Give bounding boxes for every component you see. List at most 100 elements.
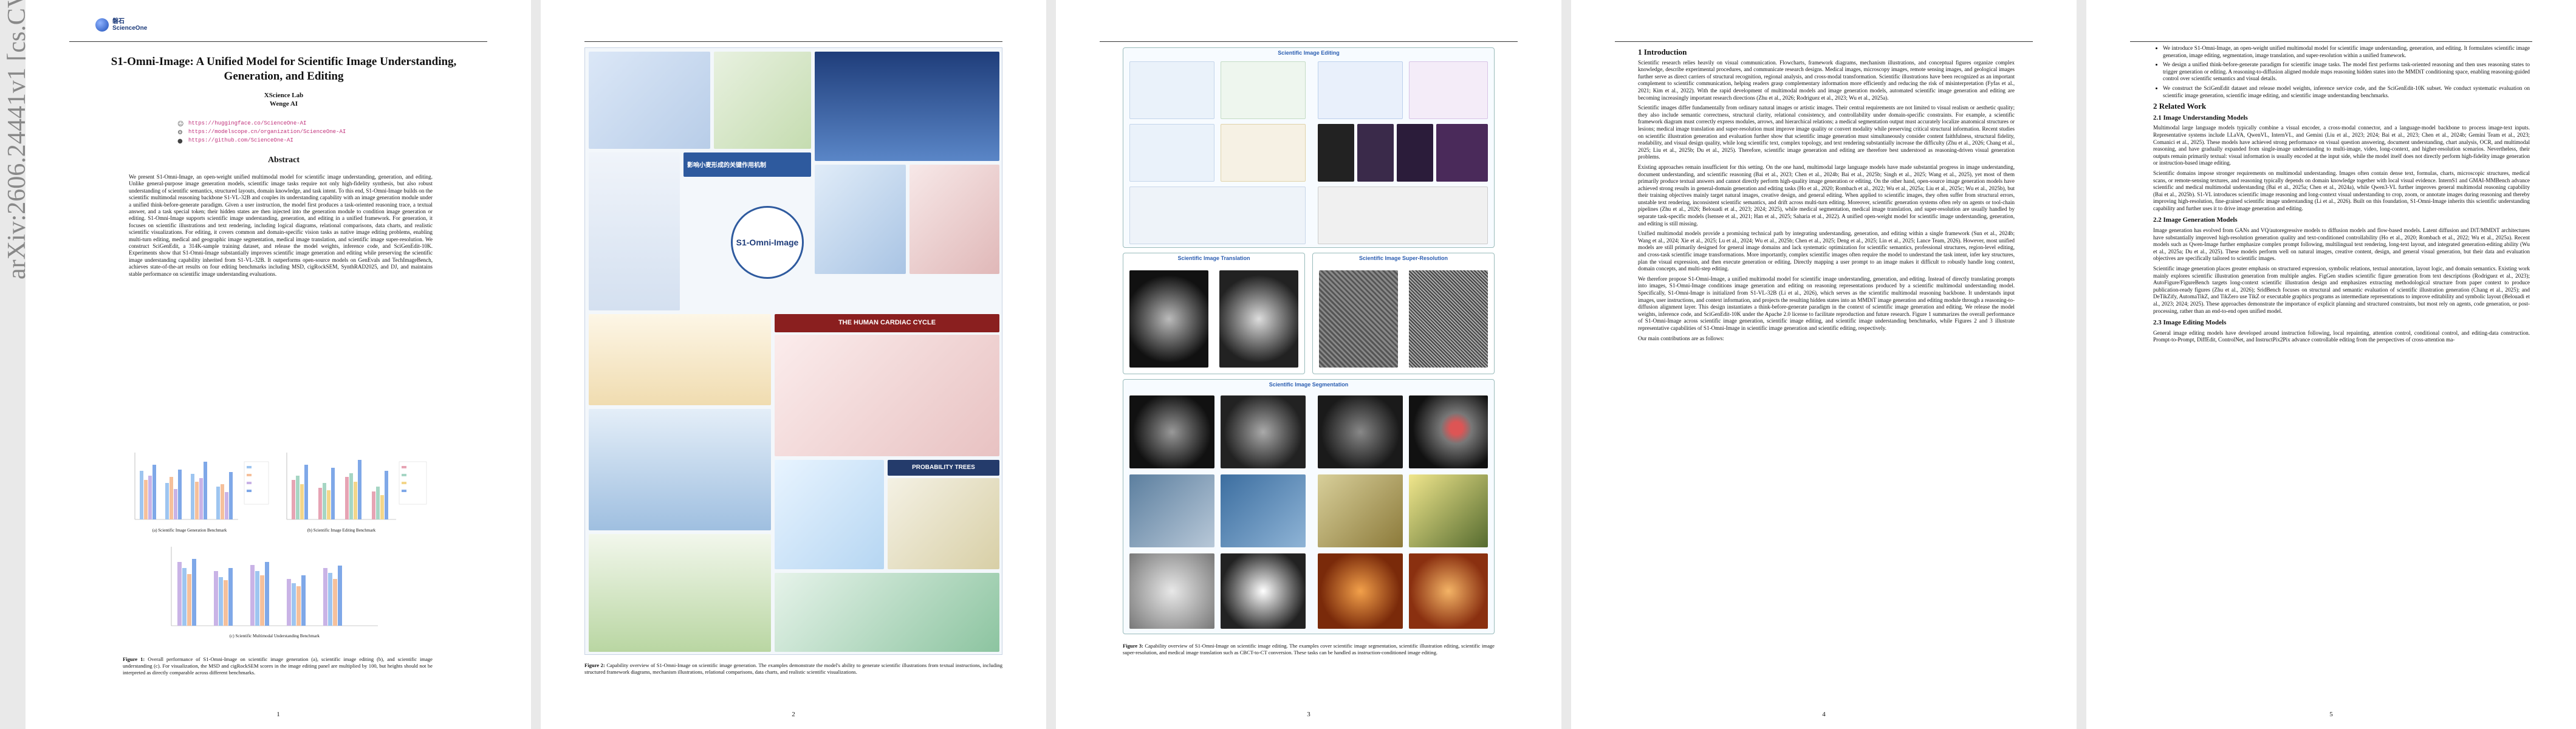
section-introduction: 1 Introduction: [1638, 47, 1687, 56]
panel-translation-title: Scientific Image Translation: [1177, 255, 1250, 261]
figure-3-caption: Figure 3: Capability overview of S1-Omni…: [1123, 643, 1495, 656]
seg-5-out: [1221, 553, 1306, 629]
figure-2-label: Figure 2:: [584, 662, 605, 668]
rw-editing-1: General image editing models have develo…: [2153, 329, 2530, 343]
huggingface-icon: ☺: [177, 121, 184, 128]
page-4: 1 Introduction Scientific research relie…: [1571, 0, 2077, 729]
top-rule: [1100, 41, 1518, 42]
seg-2-out: [1409, 395, 1488, 468]
tile-terrain: [589, 534, 771, 652]
poster-title-2: THE HUMAN CARDIAC CYCLE: [775, 314, 999, 332]
edit-output-2: [1409, 61, 1488, 119]
edit-input-3: [1129, 124, 1214, 182]
modelscope-icon: ⚙: [177, 129, 183, 136]
tile-diagram-2: [714, 52, 811, 149]
bar-group-c4: [287, 575, 306, 626]
figure-2-text: Capability overview of S1-Omni-Image on …: [584, 662, 1002, 675]
bar-group-a1: [140, 465, 156, 519]
bar-group-c2: [214, 568, 233, 626]
edit-input-2: [1318, 61, 1403, 119]
contribution-2: We design a unified think-before-generat…: [2163, 61, 2530, 83]
chart-a: [134, 453, 238, 520]
logo-line2: ScienceOne: [112, 25, 148, 32]
seg-6-in: [1318, 553, 1403, 629]
panel-sr-title: Scientific Image Super-Resolution: [1358, 255, 1448, 261]
page-5-body: We introduce S1-Omni-Image, an open-weig…: [2153, 45, 2530, 347]
resource-links: ☺ https://huggingface.co/ScienceOne-AI ⚙ h…: [177, 119, 346, 145]
figure-1-caption: Figure 1: Overall performance of S1-Omni…: [123, 656, 433, 676]
chart-a-legend: [244, 461, 269, 505]
page-number: 4: [1822, 711, 1826, 718]
bar-group-b3: [345, 460, 361, 519]
mri-4: [1436, 124, 1488, 182]
top-rule: [69, 41, 487, 42]
mri-3: [1397, 124, 1433, 182]
intro-para-4: Unified multimodal models provide a prom…: [1638, 230, 2015, 272]
cbct-input: [1129, 270, 1208, 368]
chart-c: [171, 547, 378, 626]
subsection-generation: 2.2 Image Generation Models: [2153, 216, 2238, 224]
author-line-1: XScience Lab: [264, 92, 304, 99]
bar-group-a3: [191, 462, 207, 519]
tile-water-cycle: [589, 409, 771, 530]
page-1: 磐石 ScienceOne S1-Omni-Image: A Unified M…: [26, 0, 531, 729]
tile-lab-setup: [775, 460, 884, 569]
mri-2: [1357, 124, 1394, 182]
seg-4-out: [1409, 474, 1488, 547]
tile-landscape: [589, 314, 771, 405]
figure-3-label: Figure 3:: [1123, 643, 1143, 649]
author-line-2: Wenge AI: [269, 100, 298, 108]
panel-editing: Scientific Image Editing: [1123, 47, 1495, 248]
rw-generation-1: Image generation has evolved from GANs a…: [2153, 227, 2530, 262]
github-icon: ●: [177, 138, 183, 145]
link-huggingface[interactable]: https://huggingface.co/ScienceOne-AI: [188, 119, 306, 128]
figure-1: (a) Scientific Image Generation Benchmar…: [123, 447, 433, 647]
page-number: 5: [2329, 711, 2333, 718]
intro-para-1: Scientific research relies heavily on vi…: [1638, 59, 2015, 101]
link-github[interactable]: https://github.com/ScienceOne-AI: [188, 136, 293, 145]
page-2: 影响小麦形成的关键作用机制 S1-Omni-Image THE HUMAN CA…: [541, 0, 1046, 729]
authors: XScience Lab Wenge AI: [111, 91, 457, 108]
seg-3-in: [1129, 474, 1214, 547]
seg-5-in: [1129, 553, 1214, 629]
poster-title-3: PROBABILITY TREES: [888, 460, 999, 476]
intro-para-5: We therefore propose S1-Omni-Image, a un…: [1638, 275, 2015, 331]
panel-translation: Scientific Image Translation: [1123, 253, 1305, 374]
link-modelscope[interactable]: https://modelscope.cn/organization/Scien…: [188, 128, 346, 136]
figure-3-text: Capability overview of S1-Omni-Image on …: [1123, 643, 1495, 655]
tile-biology: [909, 165, 999, 274]
bar-group-c1: [177, 559, 196, 626]
rw-understanding-1: Multimodal large language models typical…: [2153, 125, 2530, 166]
tile-geography: [775, 573, 999, 652]
rw-generation-2: Scientific image generation places great…: [2153, 265, 2530, 314]
subcaption-c: (c) Scientific Multimodal Understanding …: [229, 634, 320, 638]
tile-cardiac: [775, 335, 999, 456]
figure-2-caption: Figure 2: Capability overview of S1-Omni…: [584, 662, 1002, 676]
edit-input-1: [1129, 61, 1214, 119]
panel-segmentation-title: Scientific Image Segmentation: [1269, 382, 1349, 388]
sr-output: [1409, 270, 1488, 368]
paper-title: S1-Omni-Image: A Unified Model for Scien…: [111, 55, 457, 83]
bar-group-a2: [165, 470, 182, 519]
panel-super-resolution: Scientific Image Super-Resolution: [1312, 253, 1495, 374]
page-number: 1: [276, 711, 280, 718]
seg-4-in: [1318, 474, 1403, 547]
chart-b-legend: [399, 461, 427, 505]
abstract-heading: Abstract: [267, 156, 300, 165]
figure-2-collage: 影响小麦形成的关键作用机制 S1-Omni-Image THE HUMAN CA…: [584, 47, 1002, 655]
logo-line1: 磐石: [112, 18, 125, 25]
poster-title-1: 影响小麦形成的关键作用机制: [683, 152, 811, 177]
bar-group-c5: [323, 566, 342, 626]
chart-b: [286, 453, 396, 520]
bar-group-c3: [250, 562, 269, 626]
tile-mechanism: [815, 165, 906, 274]
seg-3-out: [1221, 474, 1306, 547]
figure-1-charts: [134, 453, 427, 626]
subcaption-b: (b) Scientific Image Editing Benchmark: [307, 528, 376, 533]
edit-output-1: [1221, 61, 1306, 119]
seg-1-out: [1221, 395, 1306, 468]
bar-group-a4: [216, 472, 233, 519]
intro-para-6: Our main contributions are as follows:: [1638, 335, 1724, 341]
panel-segmentation: Scientific Image Segmentation: [1123, 379, 1495, 634]
tile-probability: [888, 478, 999, 569]
